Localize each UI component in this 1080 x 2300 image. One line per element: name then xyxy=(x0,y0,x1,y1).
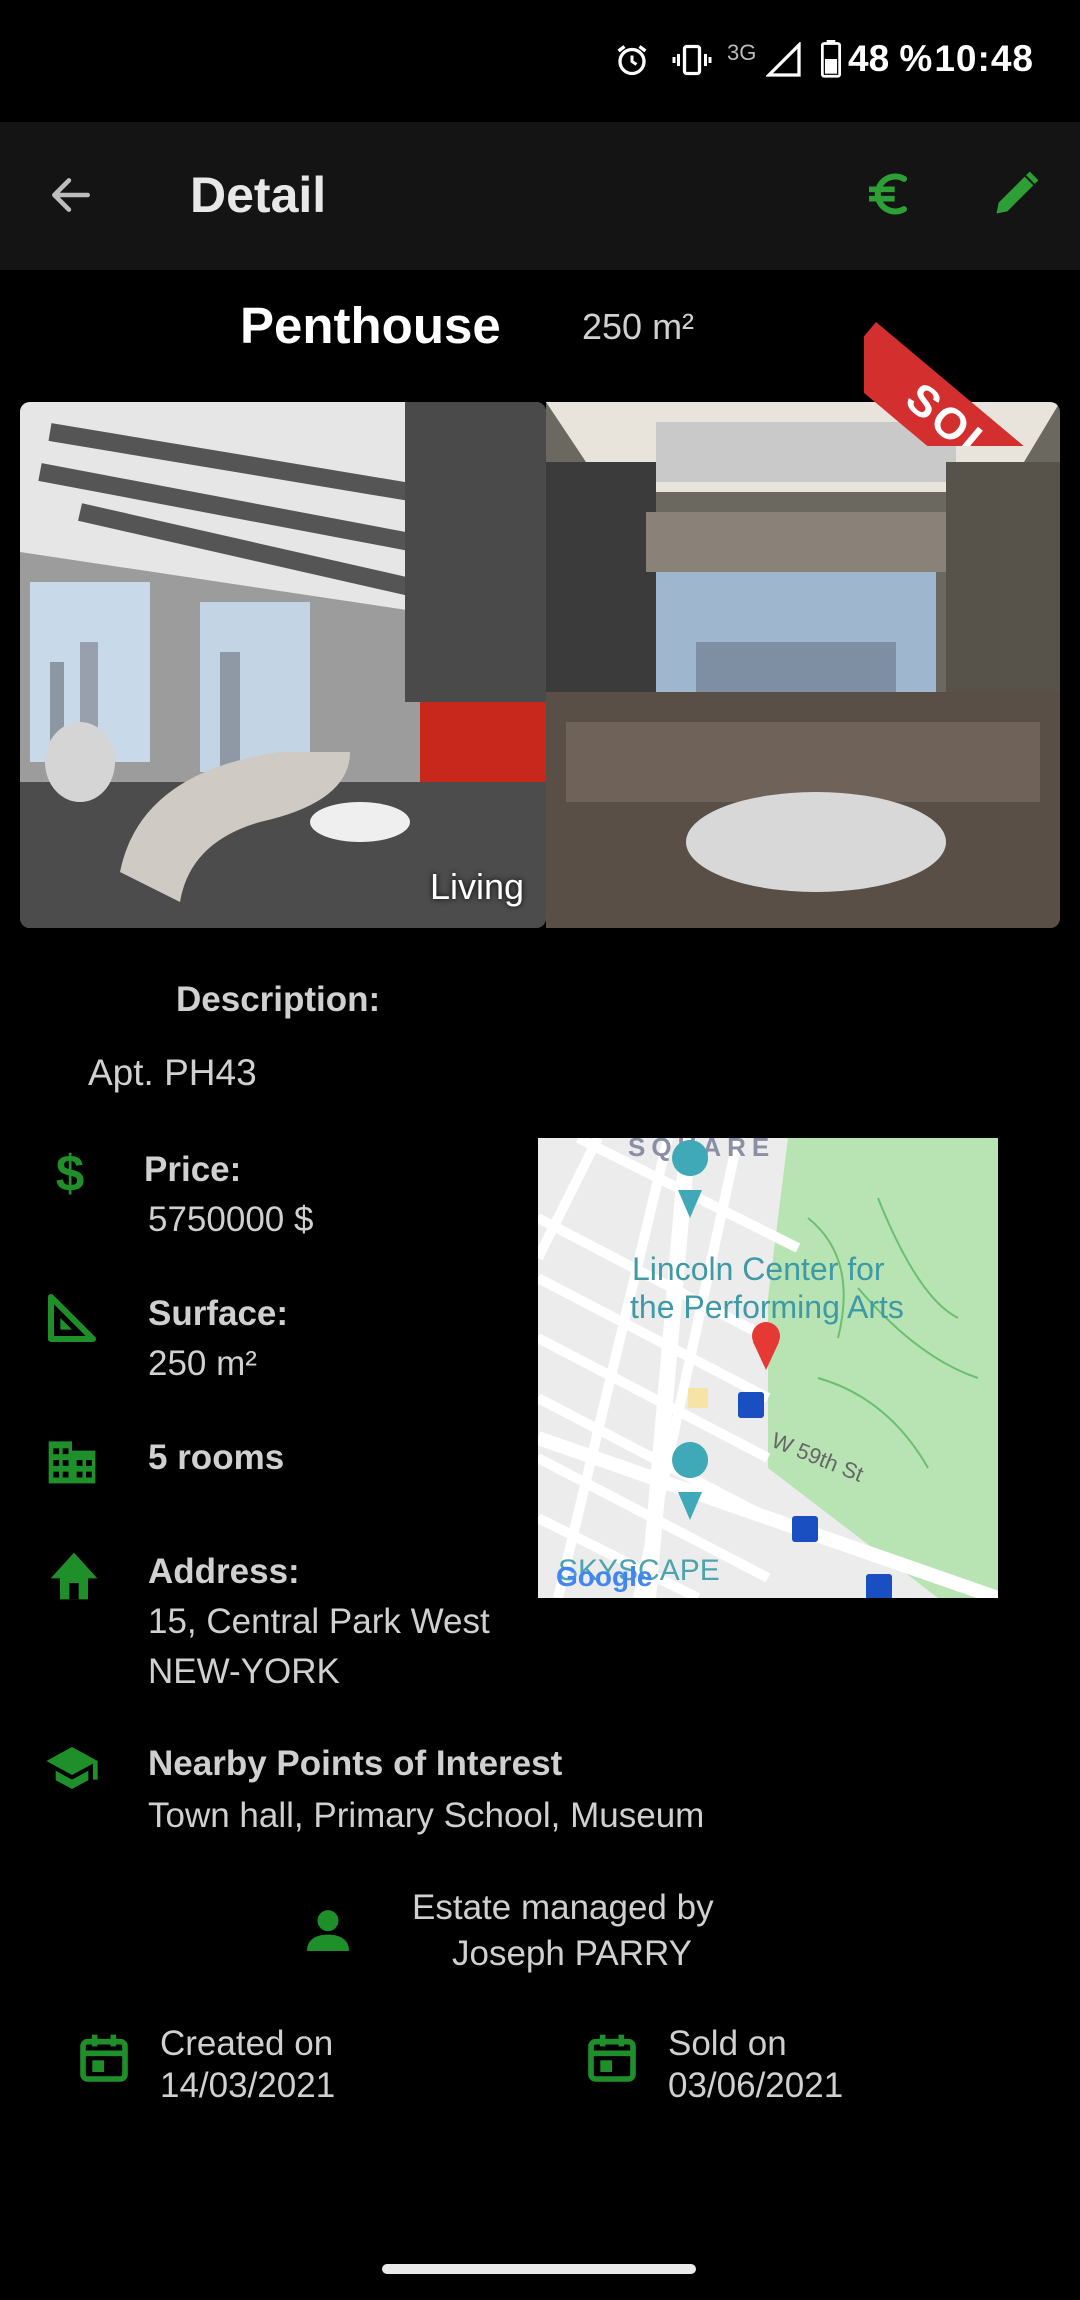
map-label-lincoln-2: the Performing Arts xyxy=(630,1289,904,1325)
agent-line1: Estate managed by xyxy=(412,1888,714,1927)
property-surface-header: 250 m² xyxy=(582,306,695,347)
google-logo: Google xyxy=(556,1561,652,1592)
map-image: SQUARE Lincoln Center for the Performing… xyxy=(538,1138,998,1598)
address-line2: NEW-YORK xyxy=(148,1652,340,1691)
dollar-icon: $ xyxy=(56,1145,85,1200)
property-type: Penthouse xyxy=(240,297,501,354)
vibrate-icon xyxy=(672,44,712,76)
description-text: Apt. PH43 xyxy=(88,1052,257,1093)
ruler-square-icon xyxy=(47,1293,97,1343)
surface-value: 250 m² xyxy=(148,1344,257,1383)
agent-line2: Joseph PARRY xyxy=(452,1934,692,1973)
photo-lounge[interactable] xyxy=(546,402,1060,928)
clock: 10:48 xyxy=(934,38,1034,79)
map-label-lincoln-1: Lincoln Center for xyxy=(632,1251,885,1287)
sold-ribbon: SOLD xyxy=(864,284,1060,446)
calendar-sold-icon xyxy=(588,2034,636,2082)
address-line1: 15, Central Park West xyxy=(148,1602,490,1641)
network-type: 3G xyxy=(727,40,757,65)
price-value: 5750000 $ xyxy=(148,1200,314,1239)
poi-label: Nearby Points of Interest xyxy=(148,1744,563,1783)
alarm-icon xyxy=(617,45,647,76)
signal-icon xyxy=(766,42,801,77)
edit-pencil-icon[interactable] xyxy=(990,168,1042,220)
address-label: Address: xyxy=(148,1552,300,1591)
status-bar: 3G 48 % 10:48 xyxy=(0,0,1080,122)
rooms-value: 5 rooms xyxy=(148,1438,285,1477)
lounge-image xyxy=(546,402,1060,928)
created-label: Created on xyxy=(160,2024,334,2063)
person-icon xyxy=(307,1910,349,1951)
page-title: Detail xyxy=(190,167,327,223)
photo-caption: Living xyxy=(429,866,524,907)
sold-badge-text: SOLD xyxy=(896,373,1031,446)
sold-date: 03/06/2021 xyxy=(668,2066,844,2105)
battery-icon xyxy=(820,40,842,78)
building-icon xyxy=(48,1441,96,1484)
arrow-back-icon[interactable] xyxy=(46,170,96,220)
gesture-nav-handle[interactable] xyxy=(382,2264,696,2274)
created-date: 14/03/2021 xyxy=(160,2066,336,2105)
description-label: Description: xyxy=(176,980,381,1019)
battery-percent: 48 % xyxy=(848,38,933,79)
surface-label: Surface: xyxy=(148,1294,289,1333)
home-icon xyxy=(50,1552,98,1600)
calendar-created-icon xyxy=(80,2034,128,2082)
location-map[interactable]: SQUARE Lincoln Center for the Performing… xyxy=(538,1138,998,1598)
price-label: Price: xyxy=(144,1150,242,1189)
photo-living[interactable]: Living xyxy=(20,402,546,928)
app-bar: Detail xyxy=(0,122,1080,270)
sold-label: Sold on xyxy=(668,2024,787,2063)
school-icon xyxy=(46,1747,98,1789)
svg-text:$: $ xyxy=(56,1145,85,1200)
euro-icon[interactable] xyxy=(862,166,918,222)
living-room-image xyxy=(20,402,546,928)
poi-value: Town hall, Primary School, Museum xyxy=(148,1796,705,1835)
